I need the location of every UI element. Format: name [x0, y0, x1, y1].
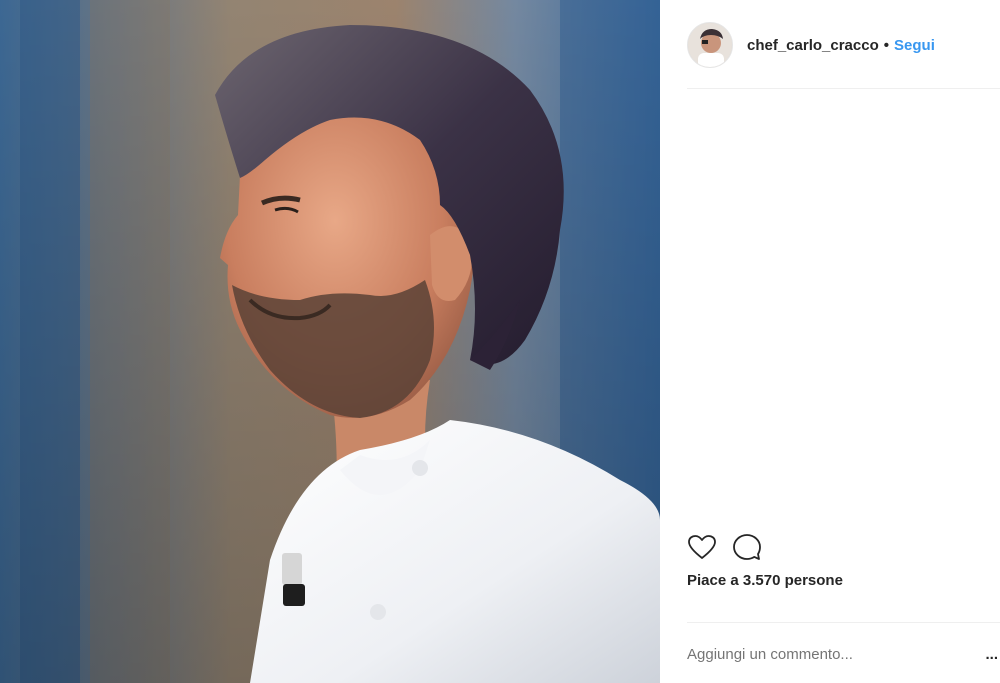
- chef-portrait-image: [0, 0, 660, 683]
- username-link[interactable]: chef_carlo_cracco: [747, 37, 879, 54]
- post-header: chef_carlo_cracco • Segui: [687, 21, 1000, 69]
- like-button[interactable]: [687, 533, 717, 563]
- avatar-image: [688, 23, 732, 67]
- header-divider: [687, 88, 1000, 89]
- likes-count[interactable]: Piace a 3.570 persone: [687, 572, 843, 589]
- comment-divider: [687, 622, 1000, 623]
- comment-button[interactable]: [732, 533, 762, 563]
- action-bar: [687, 533, 1000, 563]
- follow-button[interactable]: Segui: [894, 37, 935, 54]
- comment-input[interactable]: [687, 646, 987, 663]
- post-photo[interactable]: [0, 0, 660, 683]
- heart-icon: [688, 535, 716, 559]
- separator-dot: •: [883, 36, 890, 54]
- more-options-button[interactable]: ...: [985, 646, 998, 663]
- avatar[interactable]: [687, 22, 733, 68]
- post-side-panel: chef_carlo_cracco • Segui Piace a 3.570 …: [660, 0, 1000, 683]
- speech-bubble-icon: [733, 534, 761, 560]
